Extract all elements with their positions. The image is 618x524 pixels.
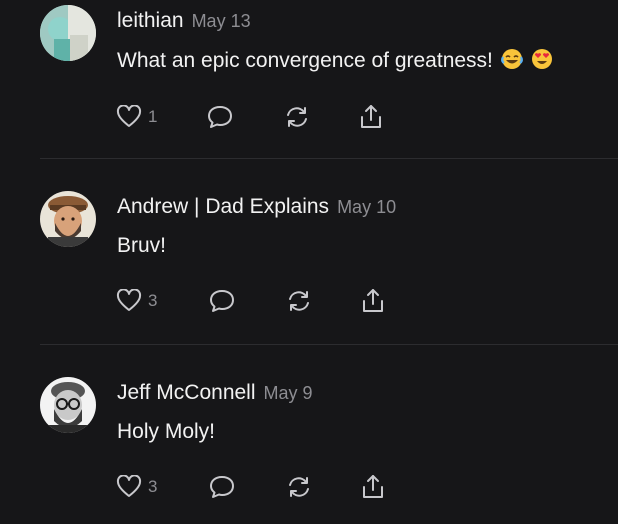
avatar-jeff-icon	[40, 377, 96, 433]
comment-text: Bruv!	[117, 234, 167, 257]
avatar[interactable]	[40, 191, 96, 247]
heart-icon	[116, 289, 142, 311]
speech-bubble-icon	[210, 290, 234, 312]
like-button[interactable]: 3	[116, 287, 157, 315]
share-button[interactable]	[360, 287, 386, 315]
comment-text: Holy Moly!	[117, 420, 216, 443]
like-button[interactable]: 3	[116, 473, 157, 501]
comment-text-row: Holy Moly!	[117, 420, 215, 444]
avatar[interactable]	[40, 5, 96, 61]
comment-header: Andrew | Dad Explains May 10	[117, 195, 396, 219]
share-icon	[363, 289, 383, 312]
like-count: 1	[148, 107, 158, 126]
comment-text-row: What an epic convergence of greatness!	[117, 48, 553, 76]
speech-bubble-icon	[208, 106, 232, 128]
author-name[interactable]: Jeff McConnell	[117, 381, 256, 404]
restack-button[interactable]	[284, 103, 310, 131]
like-count: 3	[148, 477, 158, 496]
like-count: 3	[148, 291, 158, 310]
restack-button[interactable]	[286, 287, 312, 315]
comment-date[interactable]: May 9	[264, 383, 313, 403]
avatar-andrew-icon	[40, 191, 96, 247]
speech-bubble-icon	[210, 476, 234, 498]
heart-eyes-emoji-icon	[531, 48, 553, 76]
comment-text: What an epic convergence of greatness!	[117, 49, 493, 72]
share-button[interactable]	[360, 473, 386, 501]
restack-icon	[287, 107, 307, 127]
heart-icon	[116, 105, 142, 127]
author-name[interactable]: Andrew | Dad Explains	[117, 195, 329, 218]
restack-button[interactable]	[286, 473, 312, 501]
divider	[40, 158, 618, 159]
reply-button[interactable]	[206, 103, 234, 131]
avatar[interactable]	[40, 377, 96, 433]
comment-date[interactable]: May 10	[337, 197, 396, 217]
like-button[interactable]: 1	[116, 103, 157, 131]
reply-button[interactable]	[208, 473, 236, 501]
author-name[interactable]: leithian	[117, 9, 184, 32]
share-button[interactable]	[358, 103, 384, 131]
share-icon	[363, 475, 383, 498]
divider	[40, 344, 618, 345]
comment-header: Jeff McConnell May 9	[117, 381, 313, 405]
comment-date[interactable]: May 13	[192, 11, 251, 31]
restack-icon	[289, 477, 309, 497]
restack-icon	[289, 291, 309, 311]
heart-icon	[116, 475, 142, 497]
comment-text-row: Bruv!	[117, 234, 166, 258]
avatar-leithian-icon	[40, 5, 96, 61]
comment-header: leithian May 13	[117, 9, 251, 33]
reply-button[interactable]	[208, 287, 236, 315]
share-icon	[361, 105, 381, 128]
tears-of-joy-emoji-icon	[500, 48, 523, 76]
